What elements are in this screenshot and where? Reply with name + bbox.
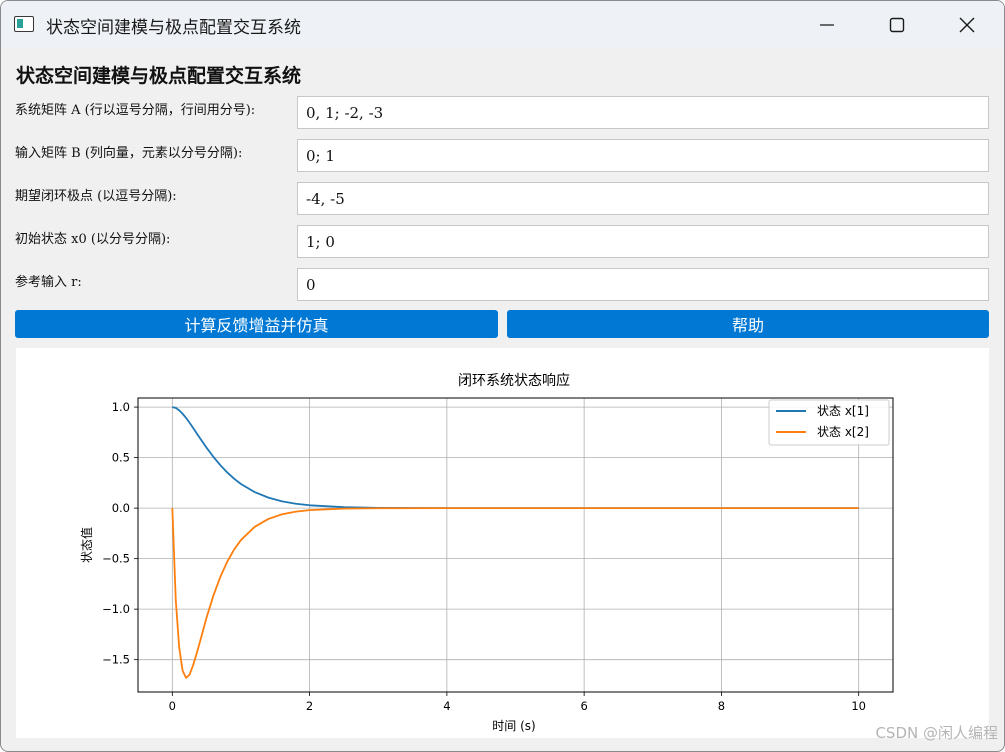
- compute-button[interactable]: 计算反馈增益并仿真: [15, 310, 498, 338]
- y-tick-label: −0.5: [102, 552, 130, 566]
- chart-legend: 状态 x[1] 状态 x[2]: [768, 399, 890, 446]
- page-heading: 状态空间建模与极点配置交互系统: [16, 65, 302, 87]
- poles-input[interactable]: [297, 182, 989, 215]
- x-tick-label: 10: [851, 699, 866, 713]
- legend-label-x1: 状态 x[1]: [817, 404, 869, 418]
- plot-panel: 闭环系统状态响应 0 2 4 6 8 10 1.0 0.5 0.0 −0.5 −1.0 −1.5 时间…: [16, 348, 989, 738]
- minimize-icon: [820, 24, 834, 26]
- poles-label: 期望闭环极点 (以逗号分隔):: [15, 189, 177, 204]
- series-line-x2: [171, 507, 859, 679]
- close-button[interactable]: [932, 1, 1002, 49]
- x-tick-label: 8: [718, 699, 725, 713]
- y-tick-label: 0.5: [112, 451, 130, 465]
- x-tick-label: 2: [306, 699, 313, 713]
- title-bar[interactable]: 状态空间建模与极点配置交互系统: [1, 1, 1004, 49]
- matrix-b-input[interactable]: [297, 139, 989, 172]
- maximize-icon: [889, 17, 905, 33]
- matrix-b-label: 输入矩阵 B (列向量，元素以分号分隔):: [15, 146, 243, 161]
- window-title: 状态空间建模与极点配置交互系统: [46, 18, 301, 38]
- x-tick-label: 4: [443, 699, 450, 713]
- matrix-a-input[interactable]: [297, 96, 989, 129]
- y-axis-label: 状态值: [79, 527, 94, 563]
- x-tick-label: 0: [169, 699, 176, 713]
- y-tick-label: 0.0: [112, 501, 130, 515]
- x-axis-label: 时间 (s): [492, 719, 535, 733]
- minimize-button[interactable]: [792, 1, 862, 49]
- y-tick-label: −1.0: [102, 602, 130, 616]
- state-response-chart: 闭环系统状态响应 0 2 4 6 8 10 1.0 0.5 0.0 −0.5 −1.0 −1.5 时间…: [79, 372, 894, 733]
- help-button[interactable]: 帮助: [507, 310, 989, 338]
- reference-input-field[interactable]: [297, 268, 989, 301]
- app-window-icon: [14, 16, 34, 32]
- initial-state-input[interactable]: [297, 225, 989, 258]
- matrix-a-label: 系统矩阵 A (行以逗号分隔，行间用分号):: [15, 103, 256, 118]
- y-tick-label: −1.5: [102, 653, 130, 667]
- reference-input-label: 参考输入 r:: [15, 275, 82, 290]
- y-tick-label: 1.0: [112, 400, 130, 414]
- close-icon: [959, 17, 975, 33]
- x-tick-label: 6: [580, 699, 587, 713]
- initial-state-label: 初始状态 x0 (以分号分隔):: [15, 232, 171, 247]
- legend-label-x2: 状态 x[2]: [817, 425, 869, 439]
- maximize-button[interactable]: [862, 1, 932, 49]
- app-window: 状态空间建模与极点配置交互系统 状态空间建模与极点配置交互系统 系统矩阵 A (…: [0, 0, 1005, 752]
- watermark-text: CSDN @闲人编程: [875, 724, 998, 742]
- chart-title: 闭环系统状态响应: [458, 372, 570, 389]
